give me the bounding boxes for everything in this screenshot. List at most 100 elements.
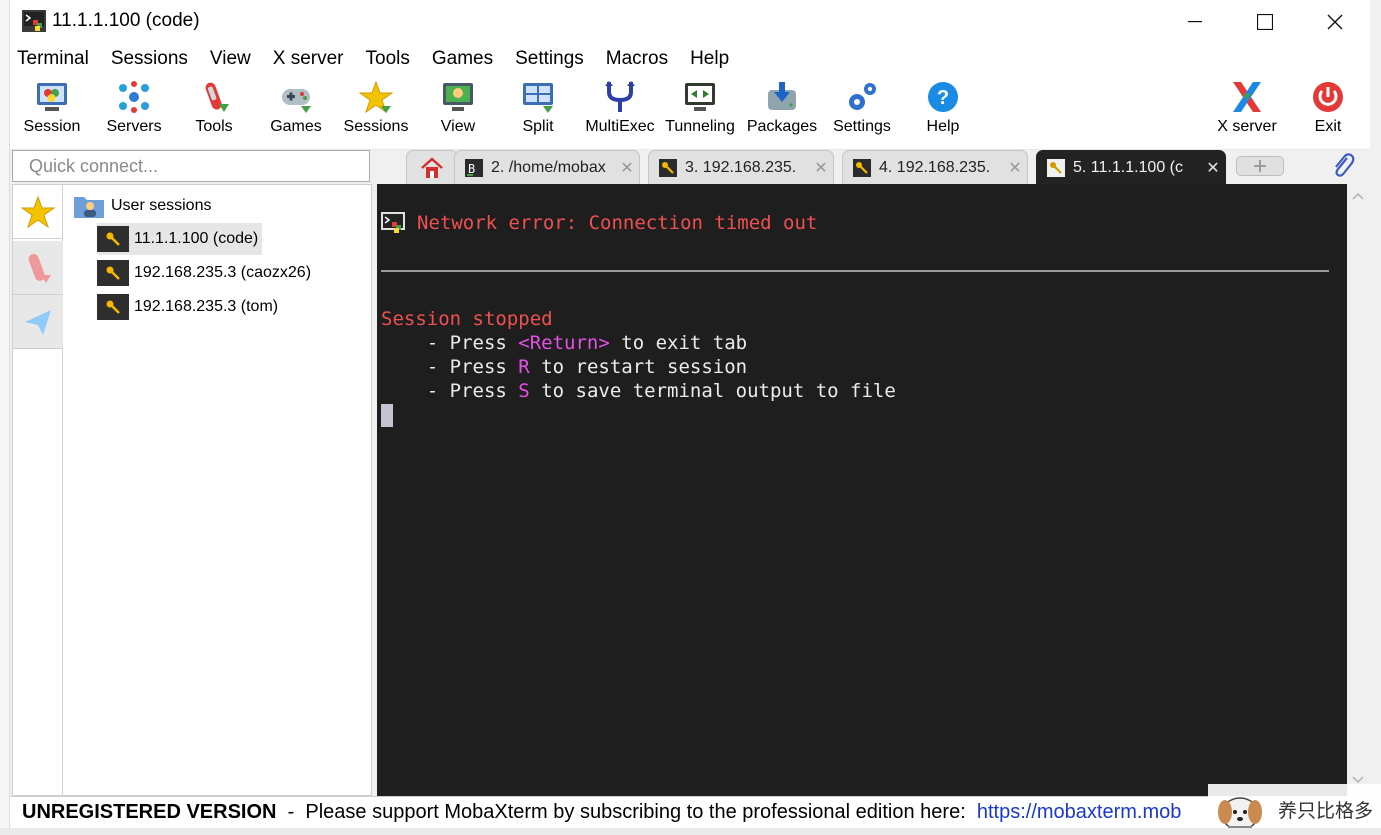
exit-label: Exit bbox=[1314, 118, 1342, 135]
unregistered-label: UNREGISTERED VERSION bbox=[22, 801, 277, 823]
tab-4[interactable]: 4. 192.168.235. ✕ bbox=[842, 150, 1028, 184]
new-tab-button[interactable] bbox=[1236, 156, 1284, 176]
quick-connect-input[interactable]: Quick connect... bbox=[12, 150, 370, 182]
subscription-link[interactable]: https://mobaxterm.mob bbox=[977, 801, 1182, 824]
menu-sessions[interactable]: Sessions bbox=[111, 48, 188, 70]
scroll-down-icon[interactable] bbox=[1352, 776, 1364, 784]
session-label: Session bbox=[23, 118, 81, 135]
menu-view[interactable]: View bbox=[210, 48, 251, 70]
session-icon bbox=[37, 83, 67, 111]
status-separator: - bbox=[276, 801, 306, 823]
menu-games[interactable]: Games bbox=[432, 48, 493, 70]
session-item-caozx26[interactable]: 192.168.235.3 (caozx26) bbox=[97, 257, 315, 289]
menu-help[interactable]: Help bbox=[690, 48, 729, 70]
attach-button[interactable] bbox=[1331, 152, 1355, 183]
tab-5-active[interactable]: 5. 11.1.1.100 (c ✕ bbox=[1036, 150, 1226, 184]
view-label: View bbox=[440, 118, 476, 135]
paperclip-icon bbox=[1335, 153, 1355, 177]
close-button[interactable] bbox=[1300, 0, 1370, 44]
press-text: - Press bbox=[426, 356, 507, 378]
star-icon bbox=[21, 195, 55, 228]
session-key-badge bbox=[97, 260, 129, 286]
session-item-tom[interactable]: 192.168.235.3 (tom) bbox=[97, 291, 282, 323]
r-key-text: R bbox=[518, 356, 530, 378]
xserver-button[interactable]: X server bbox=[1207, 76, 1287, 146]
session-item-label: 11.1.1.100 (code) bbox=[134, 230, 259, 247]
close-icon bbox=[1327, 14, 1343, 30]
games-label: Games bbox=[270, 118, 322, 135]
xserver-label: X server bbox=[1217, 118, 1277, 135]
terminal-pane[interactable]: Network error: Connection timed out Sess… bbox=[377, 184, 1347, 796]
settings-button[interactable]: Settings bbox=[822, 76, 902, 146]
ssh-key-icon bbox=[106, 232, 120, 246]
svg-text:?: ? bbox=[937, 87, 949, 109]
user-sessions-label: User sessions bbox=[111, 197, 212, 214]
settings-label: Settings bbox=[833, 118, 891, 135]
tunneling-button[interactable]: Tunneling bbox=[660, 76, 740, 146]
servers-icon bbox=[119, 81, 149, 113]
title-bar: 11.1.1.100 (code) bbox=[10, 0, 1370, 44]
tab-3[interactable]: 3. 192.168.235. ✕ bbox=[648, 150, 834, 184]
menu-terminal[interactable]: Terminal bbox=[17, 48, 89, 70]
servers-button[interactable]: Servers bbox=[94, 76, 174, 146]
sidebar-tab-tools[interactable] bbox=[13, 241, 63, 295]
plus-icon bbox=[1254, 160, 1266, 172]
minimize-button[interactable] bbox=[1160, 0, 1230, 44]
sidebar-tab-sftp[interactable] bbox=[13, 295, 63, 349]
tab-2[interactable]: B 2. /home/mobax ✕ bbox=[454, 150, 640, 184]
support-text: Please support MobaXterm by subscribing … bbox=[305, 801, 977, 823]
view-button[interactable]: View bbox=[418, 76, 498, 146]
session-item-label: 192.168.235.3 (caozx26) bbox=[134, 264, 312, 281]
sessions-button[interactable]: Sessions bbox=[336, 76, 416, 146]
minimize-icon bbox=[1188, 21, 1202, 23]
games-button[interactable]: Games bbox=[256, 76, 336, 146]
menu-x-server[interactable]: X server bbox=[273, 48, 344, 70]
packages-button[interactable]: Packages bbox=[742, 76, 822, 146]
tab-2-close-icon[interactable]: ✕ bbox=[615, 158, 639, 178]
sidebar-tab-sessions[interactable] bbox=[13, 185, 63, 239]
help-button[interactable]: ? Help bbox=[903, 76, 983, 146]
user-sessions-folder[interactable]: User sessions bbox=[73, 193, 211, 219]
network-error-text: Network error: Connection timed out bbox=[417, 212, 818, 234]
ssh-key-icon bbox=[106, 300, 120, 314]
menu-bar: Terminal Sessions View X server Tools Ga… bbox=[10, 44, 1370, 74]
tab-5-close-icon[interactable]: ✕ bbox=[1201, 158, 1225, 178]
tab-home[interactable] bbox=[406, 150, 458, 184]
tab-3-close-icon[interactable]: ✕ bbox=[809, 158, 833, 178]
ssh-key-icon bbox=[1047, 158, 1065, 177]
session-item-code[interactable]: 11.1.1.100 (code) bbox=[97, 223, 263, 255]
terminal-line-return: - Press <Return> to exit tab bbox=[381, 332, 747, 354]
settings-icon bbox=[849, 83, 876, 110]
help-icon: ? bbox=[928, 82, 958, 112]
packages-icon bbox=[768, 82, 796, 110]
mobaxterm-terminal-icon bbox=[381, 212, 405, 233]
window-title: 11.1.1.100 (code) bbox=[52, 10, 200, 31]
terminal-line-restart: - Press R to restart session bbox=[381, 356, 747, 378]
save-text: to save terminal output to file bbox=[529, 380, 896, 402]
press-text: - Press bbox=[426, 332, 507, 354]
tab-4-close-icon[interactable]: ✕ bbox=[1003, 158, 1027, 178]
ssh-key-icon bbox=[659, 158, 677, 177]
menu-macros[interactable]: Macros bbox=[606, 48, 668, 70]
split-icon bbox=[523, 83, 553, 113]
terminal-line-save: - Press S to save terminal output to fil… bbox=[381, 380, 896, 402]
maximize-button[interactable] bbox=[1230, 0, 1300, 44]
session-key-badge bbox=[97, 226, 129, 252]
exit-button[interactable]: Exit bbox=[1288, 76, 1368, 146]
menu-tools[interactable]: Tools bbox=[366, 48, 410, 70]
xserver-icon bbox=[1233, 82, 1261, 112]
multiexec-button[interactable]: MultiExec bbox=[580, 76, 660, 146]
view-icon bbox=[443, 83, 473, 111]
left-window-edge bbox=[0, 0, 10, 835]
tab-2-label: 2. /home/mobax bbox=[491, 158, 606, 176]
tools-icon bbox=[28, 253, 51, 283]
session-button[interactable]: Session bbox=[12, 76, 92, 146]
terminal-scrollbar[interactable] bbox=[1347, 184, 1370, 796]
tools-button[interactable]: Tools bbox=[174, 76, 254, 146]
split-label: Split bbox=[522, 118, 554, 135]
menu-settings[interactable]: Settings bbox=[515, 48, 584, 70]
split-button[interactable]: Split bbox=[498, 76, 578, 146]
scroll-up-icon[interactable] bbox=[1352, 192, 1364, 200]
exit-tab-text: to exit tab bbox=[609, 332, 748, 354]
sessions-label: Sessions bbox=[343, 118, 409, 135]
